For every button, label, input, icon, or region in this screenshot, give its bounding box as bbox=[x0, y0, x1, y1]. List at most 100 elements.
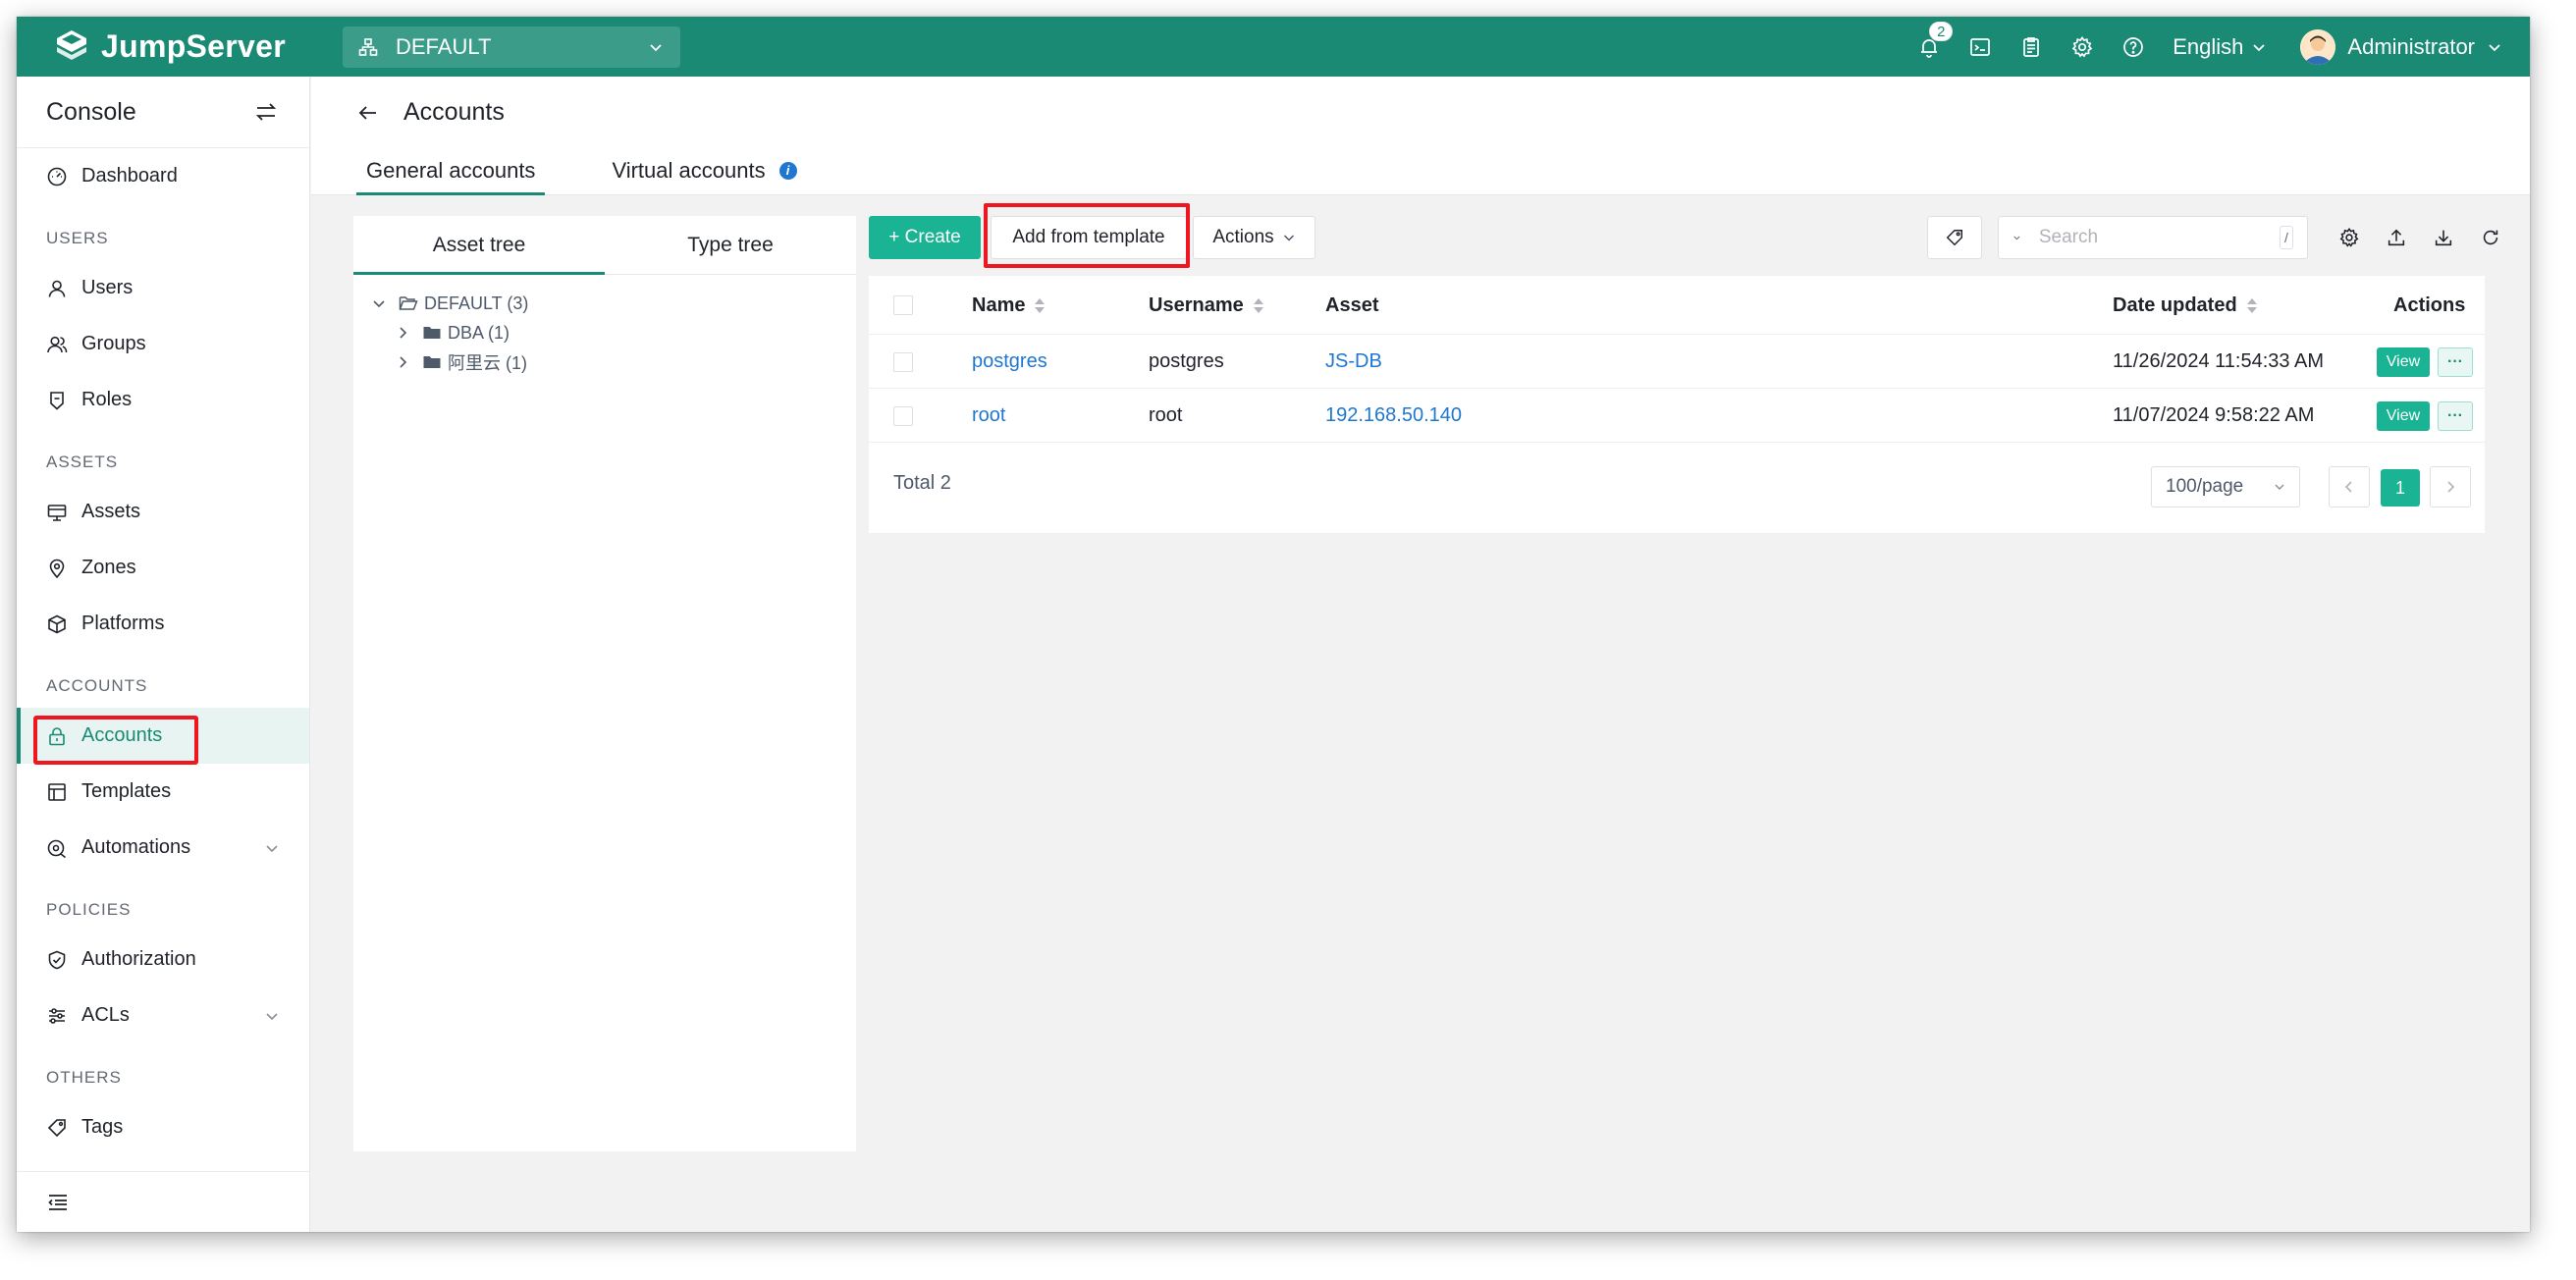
view-button[interactable]: View bbox=[2377, 401, 2430, 431]
users-group-icon bbox=[47, 336, 68, 352]
map-pin-icon bbox=[49, 559, 65, 578]
sidebar-group-others: OTHERS bbox=[46, 1068, 122, 1087]
tag-filter-button[interactable] bbox=[1927, 216, 1982, 259]
shield-check-icon bbox=[48, 950, 66, 969]
tree-node-label: DBA (1) bbox=[448, 322, 510, 343]
info-icon[interactable]: i bbox=[778, 161, 797, 180]
tab-type-tree[interactable]: Type tree bbox=[605, 216, 856, 274]
column-header-label: Actions bbox=[2393, 293, 2466, 316]
tree-node-root[interactable]: DEFAULT (3) bbox=[371, 289, 528, 318]
sliders-icon bbox=[49, 1007, 65, 1024]
sidebar-item-label: Tags bbox=[81, 1116, 124, 1138]
sidebar-item-roles[interactable]: Roles bbox=[17, 372, 309, 428]
chevron-down-icon bbox=[1283, 235, 1294, 241]
sidebar-item-platforms[interactable]: Platforms bbox=[17, 596, 309, 652]
chevron-down-icon[interactable] bbox=[264, 840, 280, 856]
select-all-checkbox[interactable] bbox=[893, 295, 913, 315]
sidebar-item-label: Dashboard bbox=[81, 165, 178, 187]
page-title-row: Accounts bbox=[356, 98, 505, 127]
sidebar-item-zones[interactable]: Zones bbox=[17, 540, 309, 596]
column-header-label: Name bbox=[972, 293, 1026, 316]
sidebar-item-dashboard[interactable]: Dashboard bbox=[17, 148, 309, 204]
help-button[interactable] bbox=[2108, 17, 2159, 77]
chevron-down-icon[interactable] bbox=[264, 1008, 280, 1024]
sidebar-item-label: Users bbox=[81, 277, 134, 298]
sort-icon[interactable] bbox=[2246, 297, 2257, 313]
column-header-date-updated[interactable]: Date updated bbox=[2113, 276, 2257, 335]
chevron-down-icon[interactable] bbox=[2012, 230, 2021, 245]
folder-open-icon bbox=[399, 296, 418, 310]
sort-icon[interactable] bbox=[1253, 297, 1263, 313]
more-actions-button[interactable]: ··· bbox=[2438, 347, 2473, 377]
sidebar-item-automations[interactable]: Automations bbox=[17, 820, 309, 876]
create-button[interactable]: + Create bbox=[869, 216, 981, 259]
sidebar-item-label: Authorization bbox=[81, 948, 196, 970]
sidebar-item-groups[interactable]: Groups bbox=[17, 316, 309, 372]
tree-node-dba[interactable]: DBA (1) bbox=[395, 318, 510, 347]
sidebar-item-label: Platforms bbox=[81, 613, 165, 634]
arrow-left-icon[interactable] bbox=[356, 101, 380, 125]
tree-node-label: 阿里云 (1) bbox=[448, 353, 527, 373]
upload-icon bbox=[2388, 229, 2405, 246]
web-terminal-button[interactable] bbox=[1955, 17, 2006, 77]
more-actions-button[interactable]: ··· bbox=[2438, 401, 2473, 431]
view-button[interactable]: View bbox=[2377, 347, 2430, 377]
sidebar-item-assets[interactable]: Assets bbox=[17, 484, 309, 540]
account-asset-link[interactable]: JS-DB bbox=[1325, 335, 1382, 389]
clipboard-list-icon bbox=[2023, 36, 2040, 57]
user-menu[interactable]: Administrator bbox=[2300, 28, 2502, 65]
account-name-link[interactable]: postgres bbox=[972, 335, 1047, 389]
notifications-button[interactable]: 2 bbox=[1904, 17, 1955, 77]
sidebar-item-tags[interactable]: Tags bbox=[17, 1099, 309, 1155]
sidebar-item-label: Roles bbox=[81, 389, 133, 410]
previous-page-button[interactable] bbox=[2329, 466, 2370, 507]
import-button[interactable] bbox=[2375, 216, 2418, 259]
current-page-button[interactable]: 1 bbox=[2381, 469, 2420, 507]
sidebar-item-label: Groups bbox=[81, 333, 146, 354]
sort-icon[interactable] bbox=[1035, 297, 1046, 313]
tab-general-accounts[interactable]: General accounts bbox=[356, 145, 546, 195]
column-header-username[interactable]: Username bbox=[1149, 276, 1263, 335]
tree-node-label: DEFAULT (3) bbox=[424, 293, 529, 313]
search-box[interactable]: / bbox=[1998, 216, 2308, 259]
sidebar-collapse-button[interactable] bbox=[17, 1171, 310, 1232]
monitor-icon bbox=[47, 504, 67, 521]
next-page-button[interactable] bbox=[2430, 466, 2471, 507]
highlight-box bbox=[984, 203, 1190, 268]
row-checkbox[interactable] bbox=[893, 352, 913, 372]
settings-button[interactable] bbox=[2057, 17, 2108, 77]
sidebar-item-users[interactable]: Users bbox=[17, 260, 309, 316]
user-icon bbox=[48, 280, 66, 297]
account-name-link[interactable]: root bbox=[972, 389, 1005, 443]
column-settings-button[interactable] bbox=[2328, 216, 2371, 259]
actions-dropdown[interactable]: Actions bbox=[1193, 216, 1315, 259]
page-size-select[interactable]: 100/page bbox=[2151, 466, 2300, 507]
asset-tree-panel: Asset tree Type tree DEFAULT (3) DBA (1)… bbox=[353, 216, 856, 1151]
table-row: root root 192.168.50.140 11/07/2024 9:58… bbox=[869, 389, 2485, 443]
organization-label: DEFAULT bbox=[396, 33, 492, 59]
chevron-right-icon bbox=[400, 327, 407, 339]
export-button[interactable] bbox=[2422, 216, 2465, 259]
accounts-table: Name Username Asset Date updated Actions… bbox=[869, 276, 2485, 533]
tab-virtual-accounts[interactable]: Virtual accounts i bbox=[602, 145, 806, 195]
sidebar-item-templates[interactable]: Templates bbox=[17, 764, 309, 820]
search-input[interactable] bbox=[2038, 227, 2280, 248]
language-select[interactable]: English bbox=[2173, 34, 2267, 60]
row-checkbox[interactable] bbox=[893, 406, 913, 426]
sidebar-item-acls[interactable]: ACLs bbox=[17, 987, 309, 1043]
account-asset-link[interactable]: 192.168.50.140 bbox=[1325, 389, 1462, 443]
switch-view-icon[interactable] bbox=[252, 98, 280, 126]
sidebar-item-label: Templates bbox=[81, 780, 172, 802]
folder-icon bbox=[423, 327, 441, 339]
account-date-updated: 11/07/2024 9:58:22 AM bbox=[2113, 404, 2315, 426]
refresh-button[interactable] bbox=[2469, 216, 2512, 259]
column-header-name[interactable]: Name bbox=[972, 276, 1046, 335]
logo[interactable]: JumpServer bbox=[52, 27, 343, 67]
sidebar-group-accounts: ACCOUNTS bbox=[46, 676, 148, 695]
tickets-button[interactable] bbox=[2006, 17, 2057, 77]
organization-icon bbox=[358, 37, 378, 56]
sidebar-item-authorization[interactable]: Authorization bbox=[17, 932, 309, 987]
tab-asset-tree[interactable]: Asset tree bbox=[353, 216, 605, 275]
tree-node-aliyun[interactable]: 阿里云 (1) bbox=[395, 347, 527, 377]
organization-select[interactable]: DEFAULT bbox=[343, 26, 680, 68]
